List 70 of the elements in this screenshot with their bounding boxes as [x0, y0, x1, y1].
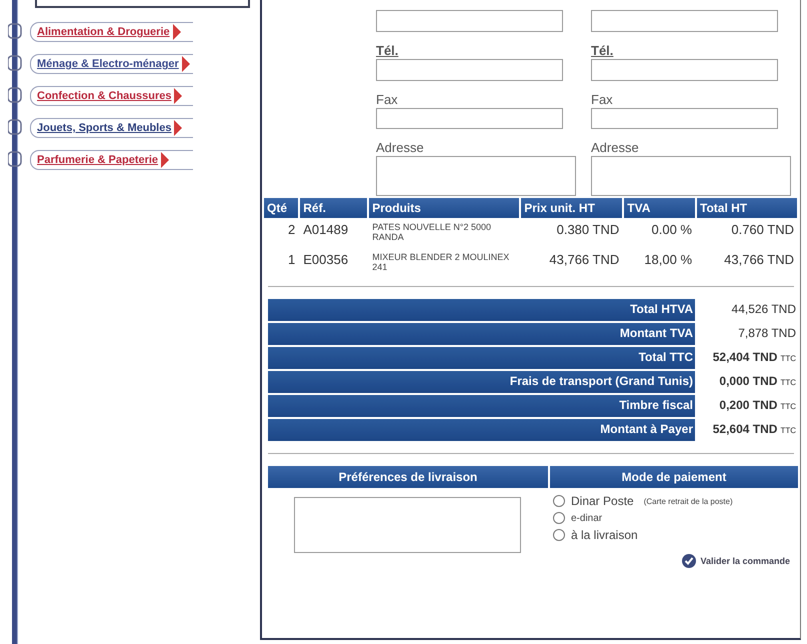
arrow-icon	[182, 55, 190, 73]
total-value: 0,000 TND	[719, 374, 778, 388]
total-label: Frais de transport (Grand Tunis)	[268, 371, 695, 393]
input-field[interactable]	[376, 108, 563, 130]
table-cell-text: PATES NOUVELLE N°2 5000 RANDA	[371, 221, 492, 244]
table-cell-text: 0.760 TND	[730, 221, 795, 239]
total-value: 44,526 TND	[732, 302, 796, 316]
option-label: à la livraison	[571, 528, 638, 542]
tax-suffix: TTC	[780, 426, 796, 435]
validate-order-link[interactable]: Valider la commande	[700, 556, 790, 566]
category-link[interactable]: Confection & Chaussures	[30, 86, 193, 106]
category-link[interactable]: Alimentation & Droguerie	[30, 22, 193, 42]
table-cell-text: 0.00 %	[650, 221, 693, 239]
tax-suffix: TTC	[780, 402, 796, 411]
column-header: Prix unit. HT	[521, 198, 622, 218]
input-field[interactable]	[376, 10, 563, 32]
option-label: e-dinar	[571, 512, 602, 524]
column-header: Total HT	[697, 198, 797, 218]
section-header: Préférences de livraison	[268, 466, 548, 488]
input-field[interactable]	[591, 108, 778, 130]
input-field[interactable]	[591, 10, 778, 32]
category-link[interactable]: Ménage & Electro-ménager	[30, 54, 193, 74]
table-cell-text: 1	[287, 251, 296, 269]
arrow-icon	[174, 119, 182, 137]
delivery-notes-field[interactable]	[294, 497, 521, 553]
section-header: Mode de paiement	[550, 466, 798, 488]
radio-button[interactable]	[553, 512, 565, 524]
option-label: Dinar Poste	[571, 494, 634, 508]
field-label: Fax	[376, 90, 399, 108]
column-header: Produits	[369, 198, 520, 218]
address-field[interactable]	[376, 156, 576, 196]
field-label: Tél.	[376, 42, 400, 59]
total-label: Total HTVA	[268, 299, 695, 321]
option-note: (Carte retrait de la poste)	[644, 496, 733, 506]
radio-button[interactable]	[553, 529, 565, 541]
total-value: 52,604 TND	[712, 422, 778, 436]
field-label: Fax	[591, 90, 614, 108]
field-label: Tél.	[591, 42, 614, 59]
tax-suffix: TTC	[780, 354, 796, 363]
table-cell-text: A01489	[302, 221, 350, 239]
table-cell-text: 43,766 TND	[548, 251, 620, 269]
check-icon	[682, 554, 696, 568]
total-label: Timbre fiscal	[268, 395, 695, 417]
table-cell-text: 2	[287, 221, 296, 239]
table-cell-text: E00356	[302, 251, 350, 269]
arrow-icon	[174, 87, 182, 105]
total-label: Total TTC	[268, 347, 695, 369]
category-link[interactable]: Parfumerie & Papeterie	[30, 150, 193, 170]
address-field[interactable]	[591, 156, 791, 196]
field-label: Adresse	[376, 139, 425, 156]
column-header: Réf.	[300, 198, 368, 218]
radio-button[interactable]	[553, 495, 565, 507]
total-value: 52,404 TND	[712, 350, 778, 364]
total-label: Montant TVA	[268, 323, 695, 345]
arrow-icon	[172, 23, 181, 41]
total-value: 0,200 TND	[719, 398, 778, 412]
total-label: Montant à Payer	[268, 419, 695, 441]
table-cell-text: MIXEUR BLENDER 2 MOULINEX 241	[371, 251, 510, 274]
field-label: Adresse	[591, 139, 640, 156]
table-cell-text: 0.380 TND	[556, 221, 620, 239]
column-header: TVA	[624, 198, 695, 218]
table-cell-text: 43,766 TND	[723, 251, 795, 269]
arrow-icon	[161, 151, 170, 169]
category-link[interactable]: Jouets, Sports & Meubles	[30, 118, 193, 138]
input-field[interactable]	[376, 58, 563, 81]
column-header: Qté	[264, 198, 298, 218]
total-value: 7,878 TND	[738, 326, 796, 340]
input-field[interactable]	[591, 58, 778, 81]
table-cell-text: 18,00 %	[643, 251, 693, 269]
tax-suffix: TTC	[780, 378, 796, 387]
